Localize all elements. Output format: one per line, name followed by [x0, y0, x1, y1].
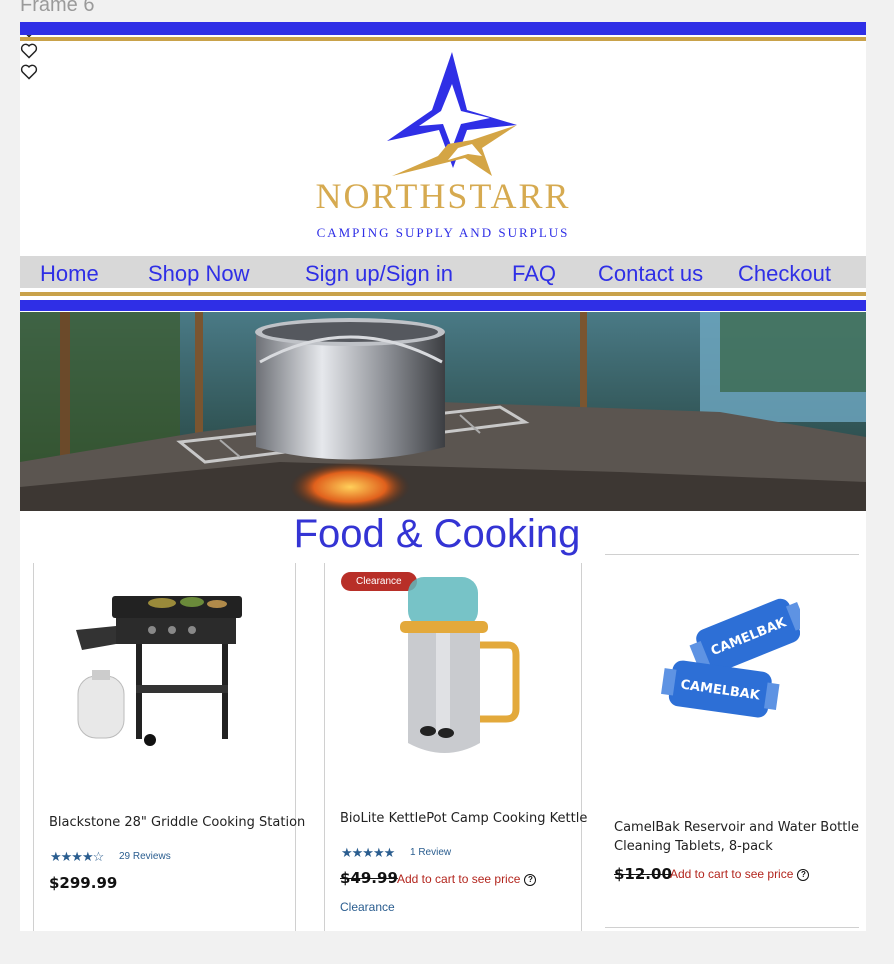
brand-tagline: CAMPING SUPPLY AND SURPLUS — [316, 225, 570, 240]
nav-contact-us[interactable]: Contact us — [598, 261, 703, 287]
product-name[interactable]: BioLite KettlePot Camp Cooking Kettle — [340, 809, 587, 828]
product-name[interactable]: Blackstone 28" Griddle Cooking Station — [49, 813, 305, 832]
help-icon[interactable]: ? — [797, 868, 810, 881]
product-name-line2: Cleaning Tablets, 8-pack — [614, 839, 773, 854]
kettle-image — [400, 577, 520, 753]
frame-label: Frame 6 — [20, 0, 95, 16]
card-divider — [324, 563, 325, 931]
clearance-link[interactable]: Clearance — [340, 900, 395, 914]
top-gold-stripe — [20, 37, 866, 41]
rating-stars-icon: ★★★★☆ — [50, 849, 104, 864]
nav-home[interactable]: Home — [40, 261, 99, 287]
nav-faq[interactable]: FAQ — [512, 261, 556, 287]
product-name-line1: CamelBak Reservoir and Water Bottle — [614, 820, 859, 835]
product-price: $299.99 — [49, 874, 118, 892]
reviews-link[interactable]: 29 Reviews — [119, 851, 171, 862]
nav-blue-stripe — [20, 300, 866, 311]
product-name[interactable]: CamelBak Reservoir and Water Bottle Clean… — [614, 818, 859, 856]
cart-note-text: Add to cart to see price — [397, 872, 521, 886]
section-title: Food & Cooking — [293, 512, 581, 556]
nav-gold-stripe — [20, 292, 866, 296]
card-divider — [33, 563, 34, 931]
card-divider — [581, 563, 582, 931]
top-blue-stripe — [20, 22, 866, 35]
card-divider — [605, 927, 859, 928]
add-to-cart-note[interactable]: Add to cart to see price? — [397, 872, 537, 886]
add-to-cart-note[interactable]: Add to cart to see price? — [670, 867, 810, 881]
nav-shop-now[interactable]: Shop Now — [148, 261, 250, 287]
section-divider — [605, 554, 859, 555]
reviews-link[interactable]: 1 Review — [410, 847, 451, 858]
nav-checkout[interactable]: Checkout — [738, 261, 831, 287]
card-divider — [295, 563, 296, 931]
product-price: $49.99 — [340, 869, 398, 887]
rating-stars-icon: ★★★★★ — [341, 845, 395, 860]
hero-camp-cooking-image — [20, 312, 866, 511]
griddle-image — [76, 596, 242, 746]
product-price: $12.00 — [614, 865, 672, 883]
brand-name: NORTHSTARR — [315, 176, 571, 216]
page-frame: NORTHSTARR CAMPING SUPPLY AND SURPLUS Ho… — [20, 22, 866, 931]
cleaning-tablets-image: CAMELBAK CAMELBAK — [661, 598, 800, 718]
cart-note-text: Add to cart to see price — [670, 867, 794, 881]
nav-sign-in[interactable]: Sign up/Sign in — [305, 261, 453, 287]
help-icon[interactable]: ? — [524, 873, 537, 886]
main-nav: Home Shop Now Sign up/Sign in FAQ Contac… — [20, 256, 866, 288]
